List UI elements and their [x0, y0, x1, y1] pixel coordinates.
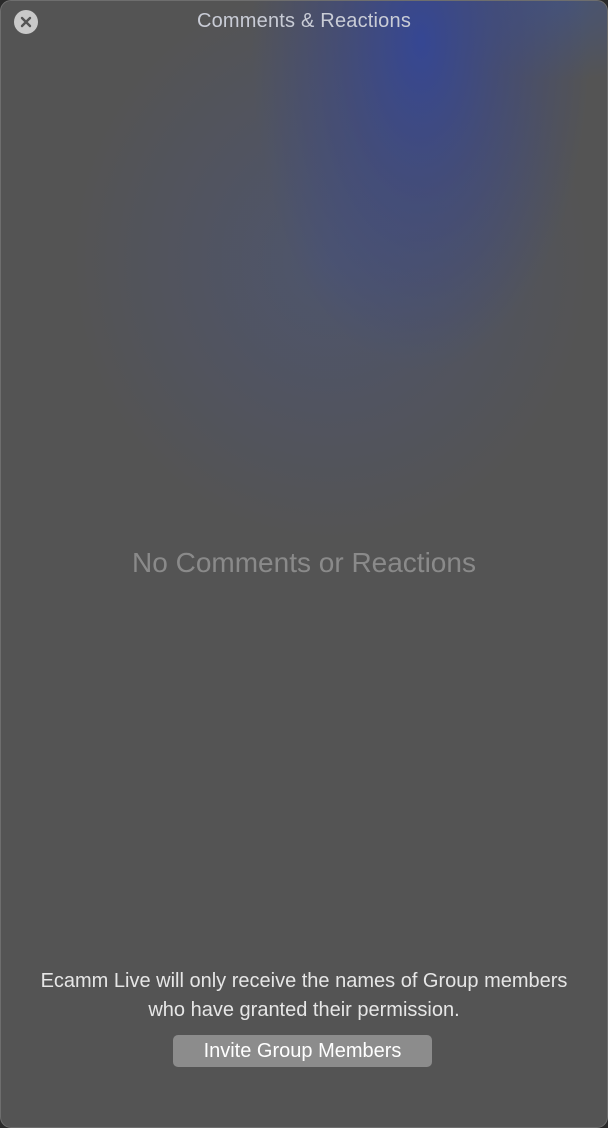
invite-group-members-button[interactable]: Invite Group Members: [173, 1035, 432, 1067]
window-title: Comments & Reactions: [196, 10, 412, 32]
empty-state-message: No Comments or Reactions: [132, 547, 476, 578]
comments-reactions-window: Comments & Reactions No Comments or Reac…: [0, 0, 608, 1128]
permission-note: Ecamm Live will only receive the names o…: [40, 970, 568, 1021]
